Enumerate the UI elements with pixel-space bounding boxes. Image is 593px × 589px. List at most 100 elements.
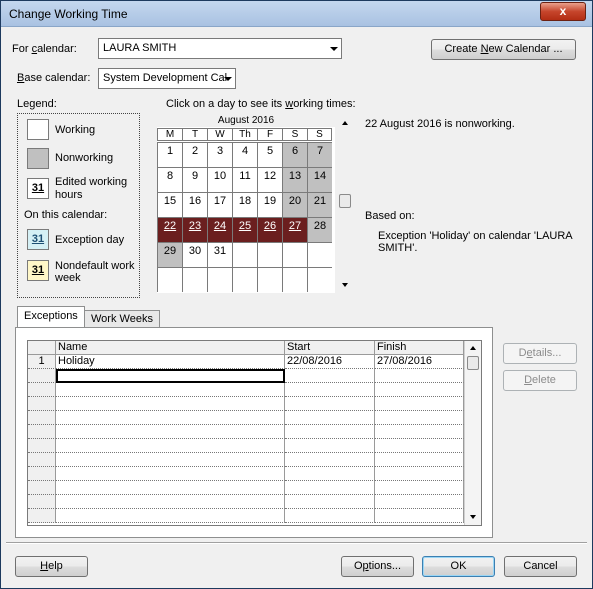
column-header-start[interactable]: Start	[285, 341, 375, 355]
calendar-day[interactable]: 14	[307, 167, 332, 192]
calendar-day[interactable]: 18	[232, 192, 257, 217]
calendar-day[interactable]: 12	[257, 167, 282, 192]
calendar-day[interactable]: 7	[307, 142, 332, 167]
table-cell[interactable]	[375, 397, 464, 411]
table-cell[interactable]	[56, 439, 285, 453]
column-header-finish[interactable]: Finish	[375, 341, 464, 355]
month-calendar[interactable]: August 2016 M T W Th F S S 1 2 3 4 5 6 7 8 9 10 11…	[157, 115, 335, 293]
delete-button[interactable]: Delete	[503, 370, 577, 391]
table-row[interactable]	[28, 439, 464, 453]
calendar-day[interactable]: 26	[257, 217, 282, 242]
calendar-scrollbar[interactable]	[337, 115, 354, 293]
calendar-day[interactable]: 25	[232, 217, 257, 242]
table-cell[interactable]	[56, 397, 285, 411]
table-cell[interactable]	[285, 397, 375, 411]
scroll-down-icon[interactable]	[470, 515, 476, 519]
table-cell[interactable]	[285, 369, 375, 383]
table-cell[interactable]	[285, 481, 375, 495]
cell-name[interactable]: Holiday	[56, 355, 285, 369]
cancel-button[interactable]: Cancel	[504, 556, 577, 577]
table-cell[interactable]	[285, 383, 375, 397]
table-row[interactable]	[28, 425, 464, 439]
scroll-up-icon[interactable]	[342, 121, 348, 125]
for-calendar-combo[interactable]: LAURA SMITH	[98, 38, 342, 59]
table-row[interactable]	[28, 509, 464, 523]
table-row[interactable]: 1 Holiday 22/08/2016 27/08/2016	[28, 355, 464, 369]
table-row[interactable]	[28, 369, 464, 383]
tab-exceptions[interactable]: Exceptions	[17, 306, 85, 328]
table-row[interactable]	[28, 481, 464, 495]
calendar-day[interactable]: 21	[307, 192, 332, 217]
calendar-day[interactable]: 8	[157, 167, 182, 192]
calendar-day[interactable]: 10	[207, 167, 232, 192]
table-row[interactable]	[28, 383, 464, 397]
cell-start[interactable]: 22/08/2016	[285, 355, 375, 369]
help-button[interactable]: Help	[15, 556, 88, 577]
table-cell[interactable]	[375, 369, 464, 383]
table-scroll-thumb[interactable]	[467, 356, 479, 370]
options-button[interactable]: Options...	[341, 556, 414, 577]
table-cell[interactable]	[56, 411, 285, 425]
calendar-day[interactable]: 22	[157, 217, 182, 242]
table-row[interactable]	[28, 411, 464, 425]
table-cell[interactable]	[285, 509, 375, 523]
table-cell[interactable]	[285, 425, 375, 439]
calendar-day[interactable]: 3	[207, 142, 232, 167]
calendar-day[interactable]: 17	[207, 192, 232, 217]
calendar-day[interactable]: 13	[282, 167, 307, 192]
table-cell[interactable]	[375, 383, 464, 397]
calendar-day[interactable]: 24	[207, 217, 232, 242]
calendar-scroll-thumb[interactable]	[339, 194, 351, 208]
calendar-day[interactable]: 11	[232, 167, 257, 192]
table-cell[interactable]	[285, 439, 375, 453]
table-cell[interactable]	[285, 411, 375, 425]
column-header-name[interactable]: Name	[56, 341, 285, 355]
calendar-day[interactable]: 27	[282, 217, 307, 242]
calendar-day[interactable]: 31	[207, 242, 232, 267]
calendar-day[interactable]: 6	[282, 142, 307, 167]
details-button[interactable]: Details...	[503, 343, 577, 364]
table-cell[interactable]	[375, 509, 464, 523]
cell-finish[interactable]: 27/08/2016	[375, 355, 464, 369]
calendar-day[interactable]: 4	[232, 142, 257, 167]
base-calendar-combo[interactable]: System Development Cal	[98, 68, 236, 89]
calendar-day[interactable]: 15	[157, 192, 182, 217]
ok-button[interactable]: OK	[422, 556, 495, 577]
calendar-day[interactable]: 20	[282, 192, 307, 217]
calendar-day[interactable]: 29	[157, 242, 182, 267]
table-cell[interactable]	[56, 509, 285, 523]
calendar-day[interactable]: 1	[157, 142, 182, 167]
table-cell[interactable]	[375, 467, 464, 481]
calendar-day[interactable]: 19	[257, 192, 282, 217]
table-cell[interactable]	[56, 481, 285, 495]
calendar-day[interactable]: 9	[182, 167, 207, 192]
table-cell[interactable]	[285, 467, 375, 481]
calendar-day[interactable]: 23	[182, 217, 207, 242]
close-button[interactable]: x	[540, 2, 586, 21]
calendar-day[interactable]: 2	[182, 142, 207, 167]
tab-work-weeks[interactable]: Work Weeks	[84, 310, 160, 328]
table-scrollbar[interactable]	[464, 341, 481, 525]
table-cell[interactable]	[56, 467, 285, 481]
table-row[interactable]	[28, 495, 464, 509]
table-cell[interactable]	[56, 453, 285, 467]
table-cell[interactable]	[375, 481, 464, 495]
table-cell[interactable]	[56, 369, 285, 383]
table-cell[interactable]	[375, 453, 464, 467]
table-row[interactable]	[28, 467, 464, 481]
table-cell[interactable]	[285, 453, 375, 467]
calendar-day[interactable]: 5	[257, 142, 282, 167]
calendar-day[interactable]: 30	[182, 242, 207, 267]
table-cell[interactable]	[56, 495, 285, 509]
table-row[interactable]	[28, 453, 464, 467]
calendar-day[interactable]: 16	[182, 192, 207, 217]
table-cell[interactable]	[56, 425, 285, 439]
table-cell[interactable]	[375, 425, 464, 439]
table-row[interactable]	[28, 397, 464, 411]
create-new-calendar-button[interactable]: Create New Calendar ...	[431, 39, 576, 60]
scroll-down-icon[interactable]	[342, 283, 348, 287]
table-cell[interactable]	[375, 495, 464, 509]
table-cell[interactable]	[375, 439, 464, 453]
table-cell[interactable]	[375, 411, 464, 425]
scroll-up-icon[interactable]	[470, 346, 476, 350]
